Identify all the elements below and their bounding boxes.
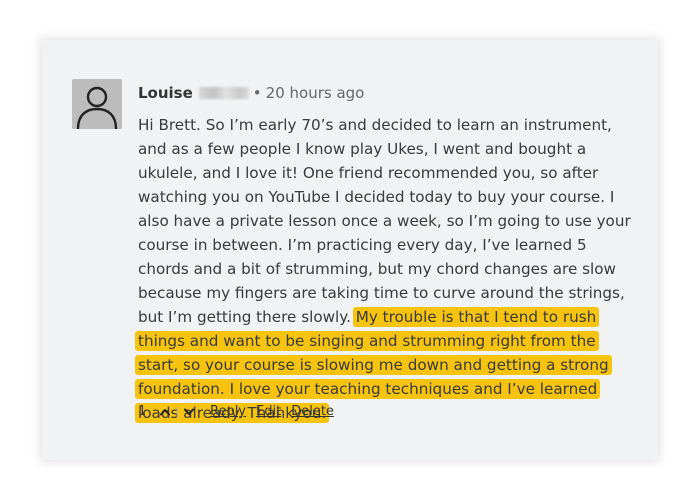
- vote-divider: |: [175, 405, 179, 418]
- user-icon: [72, 79, 122, 129]
- redacted-surname: [198, 87, 249, 99]
- edit-link[interactable]: Edit: [256, 404, 281, 419]
- comment-timestamp[interactable]: 20 hours ago: [266, 84, 365, 102]
- author-name[interactable]: Louise: [138, 84, 193, 102]
- comment-text: Hi Brett. So I’m early 70’s and decided …: [138, 116, 631, 326]
- avatar: [72, 79, 122, 129]
- upvote-button[interactable]: [158, 405, 172, 419]
- delete-link[interactable]: Delete: [291, 404, 334, 419]
- downvote-button[interactable]: [182, 405, 196, 419]
- comment-body: Hi Brett. So I’m early 70’s and decided …: [135, 113, 632, 425]
- reply-link[interactable]: Reply: [210, 404, 246, 419]
- comment-header: Louise • 20 hours ago: [138, 82, 364, 104]
- chevron-down-icon: [184, 408, 194, 415]
- comment-card: Louise • 20 hours ago Hi Brett. So I’m e…: [42, 40, 658, 460]
- vote-count: 1: [138, 404, 147, 419]
- comment-actions: 1 | Reply Edit Delete: [138, 404, 334, 419]
- chevron-up-icon: [160, 408, 171, 415]
- header-separator: •: [252, 84, 262, 102]
